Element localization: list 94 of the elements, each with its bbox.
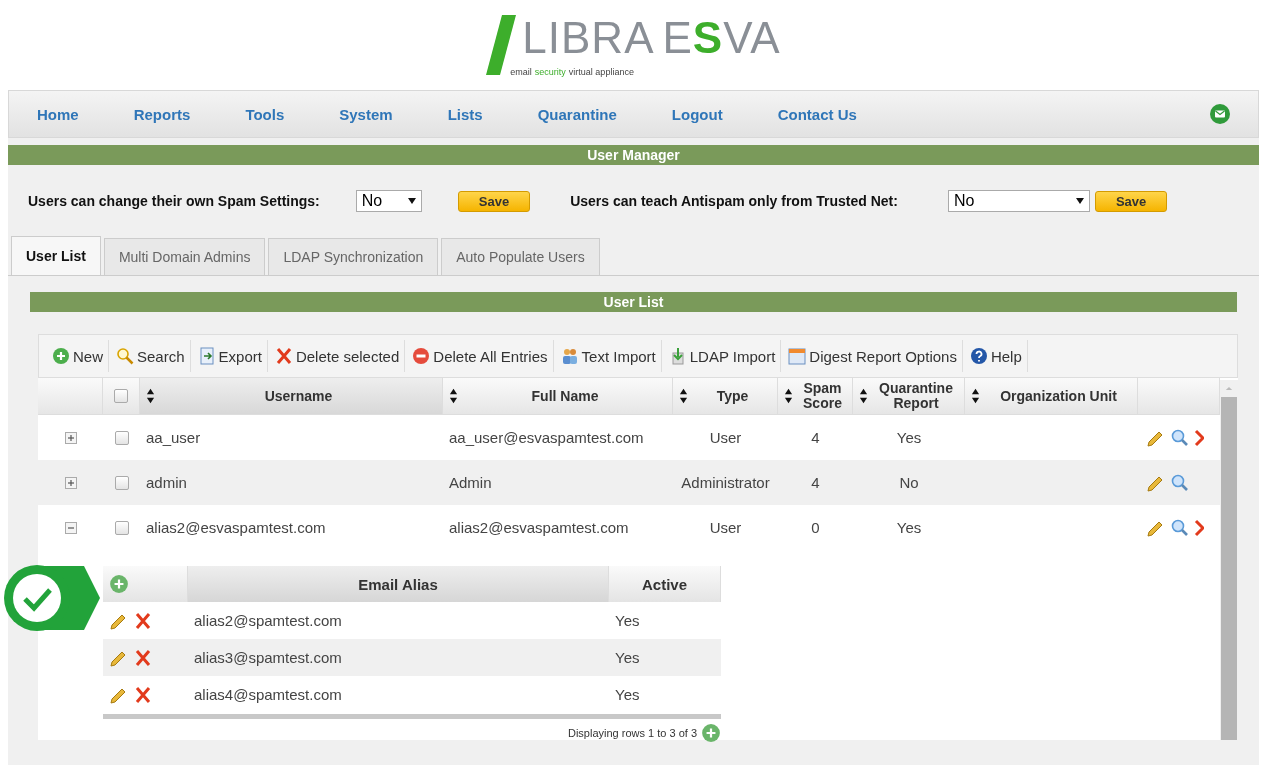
- toolbar-button[interactable]: Delete All Entries: [407, 340, 554, 372]
- delete-icon[interactable]: [133, 684, 153, 705]
- table-cell: Administrator: [681, 474, 770, 491]
- nav-link[interactable]: Logout: [671, 105, 723, 123]
- nav-link[interactable]: Contact Us: [777, 105, 857, 123]
- table-cell: 0: [811, 519, 820, 536]
- table-cell: alias2@spamtest.com: [194, 612, 342, 629]
- add-icon[interactable]: [701, 723, 721, 743]
- checkbox[interactable]: [114, 520, 129, 535]
- search-icon[interactable]: [1170, 517, 1190, 538]
- delete-icon[interactable]: [1194, 427, 1204, 448]
- column-header[interactable]: Spam Score: [793, 381, 852, 411]
- nav-link[interactable]: Quarantine: [537, 105, 617, 123]
- table-cell: Yes: [615, 612, 640, 629]
- users-icon: [560, 347, 579, 365]
- toolbar-button[interactable]: Delete selected: [269, 340, 406, 372]
- delete-icon[interactable]: [133, 647, 153, 668]
- section-title: User Manager: [8, 145, 1259, 165]
- toolbar-button[interactable]: Help: [964, 340, 1028, 372]
- toolbar-button[interactable]: Search: [111, 340, 191, 372]
- sort-icon[interactable]: [971, 387, 980, 405]
- add-icon[interactable]: [109, 574, 129, 594]
- calendar-icon: [788, 347, 807, 365]
- table-cell: alias2@esvaspamtest.com: [146, 519, 326, 536]
- table-cell: admin: [146, 474, 187, 491]
- caret-icon: [1075, 198, 1084, 204]
- add-icon: [52, 347, 70, 365]
- export-icon: [197, 347, 216, 365]
- delete-icon[interactable]: [1194, 517, 1204, 538]
- toolbar-button[interactable]: New: [47, 340, 109, 372]
- cross-icon: [274, 347, 293, 365]
- expand-icon[interactable]: [64, 476, 77, 489]
- table-cell: aa_user@esvaspamtest.com: [449, 429, 644, 446]
- table-cell: Yes: [615, 649, 640, 666]
- tab[interactable]: Multi Domain Admins: [103, 238, 266, 275]
- sort-icon[interactable]: [449, 387, 458, 405]
- checkbox[interactable]: [114, 389, 128, 403]
- tab[interactable]: Auto Populate Users: [441, 238, 600, 275]
- setting-label: Users can change their own Spam Settings:: [28, 193, 320, 209]
- minus-circle-icon: [412, 347, 431, 365]
- table-cell: alias4@spamtest.com: [194, 686, 342, 703]
- sort-icon[interactable]: [784, 387, 793, 405]
- table-cell: 4: [811, 429, 820, 446]
- sort-icon[interactable]: [679, 387, 688, 405]
- search-icon: [116, 347, 134, 365]
- save-button[interactable]: Save: [457, 190, 531, 212]
- column-header[interactable]: Organization Unit: [980, 388, 1137, 404]
- sort-icon[interactable]: [859, 387, 868, 405]
- nav-link[interactable]: System: [339, 105, 393, 123]
- table-cell: Yes: [896, 429, 922, 446]
- nav-link[interactable]: Lists: [447, 105, 483, 123]
- tab[interactable]: User List: [11, 236, 101, 275]
- table-cell: alias3@spamtest.com: [194, 649, 342, 666]
- table-cell: User: [709, 519, 742, 536]
- toolbar-button[interactable]: LDAP Import: [663, 340, 782, 372]
- checkbox[interactable]: [114, 475, 129, 490]
- help-icon: [969, 347, 988, 365]
- mail-icon[interactable]: [1210, 104, 1230, 124]
- search-icon[interactable]: [1170, 472, 1190, 493]
- toolbar-button[interactable]: Export: [192, 340, 268, 372]
- table-cell: Yes: [615, 686, 640, 703]
- search-icon[interactable]: [1170, 427, 1190, 448]
- nav-link[interactable]: Home: [37, 105, 79, 123]
- save-button[interactable]: Save: [1094, 190, 1168, 212]
- nav-link[interactable]: Tools: [245, 105, 285, 123]
- checkbox[interactable]: [114, 430, 129, 445]
- tab[interactable]: LDAP Synchronization: [268, 238, 439, 275]
- column-header[interactable]: Quarantine Report: [868, 381, 964, 411]
- table-cell: 4: [811, 474, 820, 491]
- column-header[interactable]: Active: [642, 575, 687, 593]
- delete-icon[interactable]: [133, 610, 153, 631]
- toolbar-button[interactable]: Digest Report Options: [783, 340, 963, 372]
- collapse-icon[interactable]: [64, 521, 77, 534]
- panel-title: User List: [30, 292, 1237, 312]
- expand-icon[interactable]: [64, 431, 77, 444]
- logo: LIBRA ESVA email security virtual appliance: [486, 14, 781, 77]
- caret-icon: [407, 198, 416, 204]
- sort-icon[interactable]: [146, 387, 155, 405]
- table-cell: Yes: [896, 519, 922, 536]
- select-field[interactable]: No: [355, 190, 422, 212]
- column-header[interactable]: Email Alias: [358, 575, 438, 593]
- pager-text: Displaying rows 1 to 3 of 3: [568, 727, 697, 739]
- scrollbar[interactable]: [1220, 380, 1238, 740]
- nav-link[interactable]: Reports: [133, 105, 191, 123]
- table-cell: alias2@esvaspamtest.com: [449, 519, 629, 536]
- table-cell: No: [899, 474, 919, 491]
- column-header[interactable]: Type: [688, 388, 777, 404]
- toolbar-button[interactable]: Text Import: [555, 340, 662, 372]
- table-cell: aa_user: [146, 429, 201, 446]
- table-cell: User: [709, 429, 742, 446]
- select-field[interactable]: No: [947, 190, 1090, 212]
- column-header[interactable]: Full Name: [458, 388, 672, 404]
- setting-label: Users can teach Antispam only from Trusted Net:: [570, 193, 898, 209]
- table-cell: Admin: [449, 474, 492, 491]
